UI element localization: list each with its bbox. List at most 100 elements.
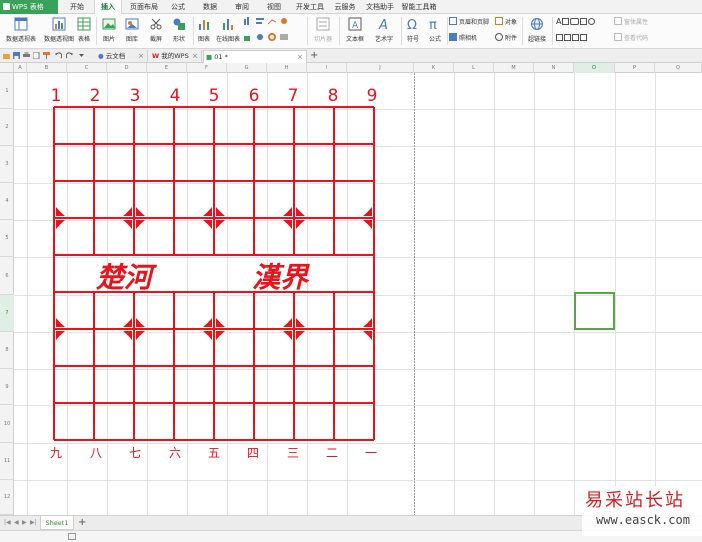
chart-type-row-1[interactable] [244,17,292,27]
column-k-header[interactable]: K [414,63,454,73]
chess-board[interactable]: 1 2 3 4 5 6 7 8 9 九 八 七 六 五 四 三 二 一 楚河 漢… [14,73,414,515]
form-controls-row-1[interactable]: A [556,17,596,27]
macro-record-icon[interactable] [68,533,76,540]
row-4-header[interactable]: 4 [0,183,14,220]
wps-w-icon: W [152,52,160,60]
print-preview-icon[interactable] [33,52,40,59]
file-number-top: 2 [90,86,101,106]
row-9-header[interactable]: 9 [0,369,14,405]
column-n-header[interactable]: N [534,63,574,73]
format-painter-icon[interactable] [43,52,50,59]
column-c-header[interactable]: C [67,63,107,73]
row-6-header[interactable]: 6 [0,257,14,295]
cell-grid[interactable]: 1 2 3 4 5 6 7 8 9 九 八 七 六 五 四 三 二 一 楚河 漢… [14,73,702,515]
watermark-text: 易采站长站 [585,490,685,511]
shapes-button[interactable]: 形状 [168,17,190,43]
attachment-button[interactable]: 附件 [495,33,517,43]
picture-button[interactable]: 图片 [98,17,120,43]
tab-view[interactable]: 视图 [262,0,286,14]
selected-cell[interactable] [574,292,615,330]
app-menu-button[interactable]: WPS 表格 [0,0,58,14]
column-f-header[interactable]: F [187,63,227,73]
tab-developer[interactable]: 开发工具 [293,0,327,14]
camera-button[interactable]: 照相机 [449,33,477,43]
chart-type-row-2[interactable] [244,33,292,43]
column-j-header[interactable]: J [347,63,414,73]
row-3-header[interactable]: 3 [0,146,14,183]
column-q-header[interactable]: Q [655,63,702,73]
column-i-header[interactable]: I [307,63,347,73]
column-o-header[interactable]: O [574,63,615,73]
header-footer-button[interactable]: 页眉和页脚 [449,17,489,27]
slicer-button[interactable]: 切片器 [309,17,337,43]
pivot-chart-button[interactable]: 数据透视图 [40,17,78,43]
textbox-label: 文本框 [345,36,364,43]
redo-icon[interactable] [66,52,73,59]
first-sheet-icon[interactable]: |◀ [4,519,11,526]
tab-insert[interactable]: 插入 [94,0,122,14]
row-11-header[interactable]: 11 [0,443,14,480]
doc-tab-cloud-docs[interactable]: ● 云文档 × [96,50,148,63]
tab-home[interactable]: 开始 [64,0,90,14]
form-controls-row-2[interactable] [556,33,588,43]
tab-doc-assistant[interactable]: 文档助手 [363,0,397,14]
column-p-header[interactable]: P [615,63,655,73]
last-sheet-icon[interactable]: ▶| [30,519,37,526]
row-10-header[interactable]: 10 [0,405,14,443]
object-button[interactable]: 对象 [495,17,517,27]
tab-cloud-service[interactable]: 云服务 [331,0,359,14]
tab-smart-toolbox[interactable]: 智能工具箱 [400,0,438,14]
wordart-button[interactable]: A 艺术字 [370,17,398,43]
hyperlink-button[interactable]: 超链接 [524,17,550,43]
chevron-down-icon[interactable] [78,52,85,59]
tab-formulas[interactable]: 公式 [166,0,190,14]
row-8-header[interactable]: 8 [0,332,14,369]
sheet-tab-sheet1[interactable]: Sheet1 [40,516,74,530]
tab-page-layout[interactable]: 页面布局 [126,0,162,14]
close-icon[interactable]: × [192,50,198,63]
gallery-button[interactable]: 图库 [121,17,143,43]
column-l-header[interactable]: L [454,63,494,73]
equation-button[interactable]: π 公式 [425,17,445,43]
ribbon-divider [307,17,308,45]
column-d-header[interactable]: D [107,63,147,73]
screenshot-button[interactable]: 截屏 [145,17,167,43]
close-icon[interactable]: × [138,50,144,63]
open-folder-icon[interactable] [3,52,10,59]
doc-tab-01[interactable]: ■ 01 * × [203,50,307,63]
chart-icon [199,20,209,30]
select-all-corner[interactable] [0,63,14,73]
row-7-header[interactable]: 7 [0,295,14,332]
print-icon[interactable] [23,52,30,59]
add-sheet-button[interactable]: + [78,516,86,530]
row-12-header[interactable]: 12 [0,480,14,515]
undo-icon[interactable] [55,52,62,59]
table-button[interactable]: 表格 [76,17,92,43]
row-2-header[interactable]: 2 [0,109,14,146]
column-g-header[interactable]: G [227,63,267,73]
column-h-header[interactable]: H [267,63,307,73]
online-chart-button[interactable]: 在线图表 [214,17,242,43]
textbox-button[interactable]: A 文本框 [341,17,369,43]
symbol-button[interactable]: Ω 符号 [403,17,423,43]
save-icon[interactable] [13,52,20,59]
tab-review[interactable]: 审阅 [230,0,254,14]
row-1-header[interactable]: 1 [0,73,14,109]
doc-tab-my-wps[interactable]: W 我的WPS × [150,50,202,63]
pivot-chart-label: 数据透视图 [43,36,74,43]
column-e-header[interactable]: E [147,63,187,73]
column-m-header[interactable]: M [494,63,534,73]
prev-sheet-icon[interactable]: ◀ [14,519,19,526]
view-code-button[interactable]: 查看代码 [614,33,648,43]
tab-data[interactable]: 数据 [198,0,222,14]
site-watermark: 易采站长站 www.easck.com [582,486,702,536]
control-properties-button[interactable]: 窗体属性 [614,17,648,27]
chart-button[interactable]: 图表 [196,17,212,43]
pivot-table-button[interactable]: 数据透视表 [2,17,40,43]
next-sheet-icon[interactable]: ▶ [22,519,27,526]
column-a-header[interactable]: A [14,63,27,73]
new-tab-button[interactable]: + [310,49,318,63]
row-5-header[interactable]: 5 [0,220,14,257]
ribbon-divider [401,17,402,45]
column-b-header[interactable]: B [27,63,67,73]
